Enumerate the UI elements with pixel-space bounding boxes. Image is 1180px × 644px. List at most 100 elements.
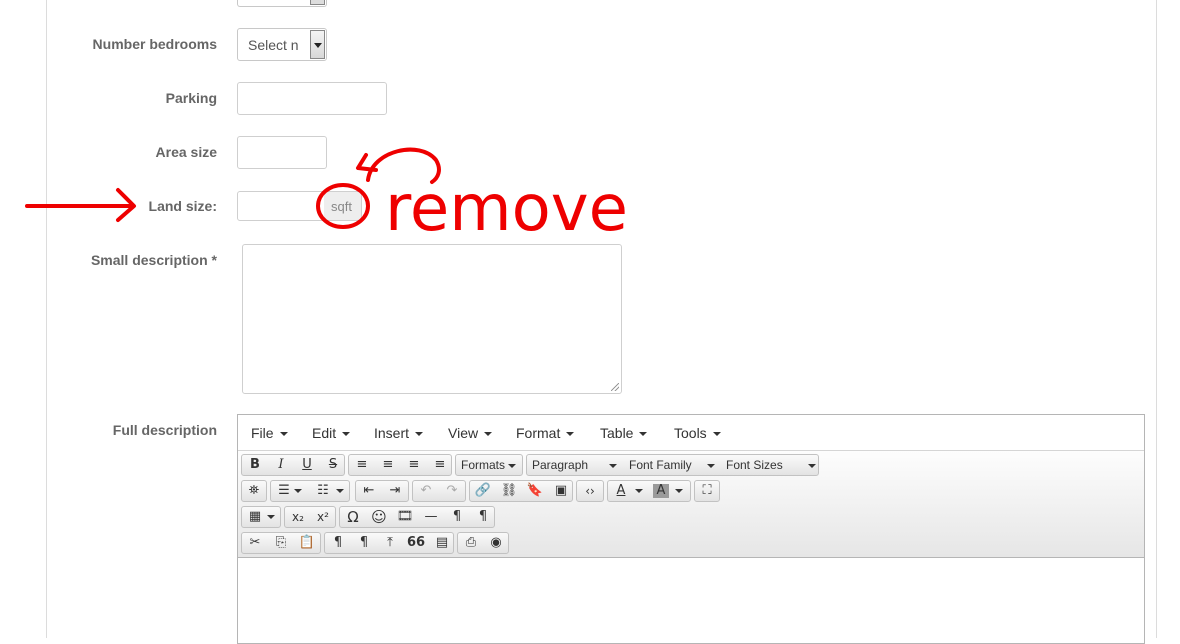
italic-button[interactable]: I — [269, 455, 293, 475]
number-bedrooms-select[interactable]: Select n — [237, 28, 327, 61]
fullscreen-group: ⛶ — [694, 480, 720, 502]
caret-down-icon — [609, 463, 618, 468]
cut-icon[interactable]: ✂ — [243, 533, 267, 553]
background-color-button[interactable]: A — [653, 484, 669, 498]
link-icon[interactable]: 🔗 — [471, 481, 495, 501]
caret-down-icon — [294, 488, 302, 493]
redo-icon[interactable]: ↷ — [440, 481, 464, 501]
menu-table-label: Table — [600, 425, 634, 441]
menu-tools-label: Tools — [674, 425, 707, 441]
list-group: ☰ ☷ — [270, 480, 350, 502]
menu-insert-label: Insert — [374, 425, 410, 441]
land-size-label: Land size: — [148, 198, 217, 214]
formats-dropdown-label: Formats — [456, 455, 517, 475]
previous-select-arrow[interactable] — [310, 0, 325, 5]
land-size-input[interactable] — [237, 191, 325, 221]
land-size-unit-addon: sqft — [324, 191, 362, 221]
undo-icon[interactable]: ↶ — [414, 481, 438, 501]
fullscreen-icon[interactable]: ⛶ — [695, 481, 719, 501]
strikethrough-button[interactable]: S — [321, 455, 345, 475]
caret-down-icon — [808, 463, 817, 468]
background-color-caret-icon[interactable] — [672, 481, 686, 501]
menu-file[interactable]: File — [251, 425, 288, 441]
table-caret-icon[interactable] — [264, 507, 278, 527]
parking-label: Parking — [165, 90, 217, 106]
paste-icon[interactable]: 📋 — [295, 533, 319, 553]
media-icon[interactable]: 🎞 — [393, 507, 417, 527]
paragraph-alt-icon[interactable]: ¶ — [352, 533, 376, 553]
font-sizes-dropdown[interactable]: Font Sizes — [721, 455, 818, 475]
underline-button[interactable]: U — [295, 455, 319, 475]
paragraph-dropdown[interactable]: Paragraph — [527, 455, 624, 475]
find-group: ⛯ — [241, 480, 267, 502]
upload-icon[interactable]: ⤒ — [378, 533, 402, 553]
paragraph-text: Paragraph — [532, 458, 589, 472]
preview-eye-icon[interactable]: ◉ — [484, 533, 508, 553]
align-justify-icon[interactable]: ≡ — [428, 455, 452, 475]
superscript-button[interactable]: x² — [311, 507, 335, 527]
bold-button[interactable]: B — [243, 455, 267, 475]
caret-down-icon — [336, 488, 344, 493]
code-icon[interactable]: ‹› — [578, 481, 602, 501]
blockquote-button[interactable]: 66 — [404, 533, 428, 553]
font-dropdowns-group: Paragraph Font Family Font Sizes — [526, 454, 819, 476]
caret-down-icon — [267, 514, 275, 519]
subscript-button[interactable]: x₂ — [286, 507, 310, 527]
full-description-label: Full description — [112, 422, 217, 438]
bookmark-icon[interactable]: 🔖 — [523, 481, 547, 501]
align-center-icon[interactable]: ≡ — [376, 455, 400, 475]
caret-down-icon — [639, 432, 648, 437]
menu-insert[interactable]: Insert — [374, 425, 424, 441]
small-description-textarea[interactable] — [242, 244, 622, 394]
numbered-list-caret-icon[interactable] — [333, 481, 347, 501]
parking-input[interactable] — [237, 82, 387, 115]
align-right-icon[interactable]: ≡ — [402, 455, 426, 475]
align-left-icon[interactable]: ≡ — [350, 455, 374, 475]
editor-content-area[interactable] — [238, 558, 1144, 643]
rtl-icon[interactable]: ¶ — [471, 507, 495, 527]
clipboard-group: ✂ ⎘ 📋 — [241, 532, 321, 554]
caret-down-icon — [566, 432, 575, 437]
caret-down-icon — [712, 432, 721, 437]
menu-edit[interactable]: Edit — [312, 425, 351, 441]
image-icon[interactable]: ▣ — [549, 481, 573, 501]
area-size-label: Area size — [155, 144, 217, 160]
special-character-button[interactable]: Ω — [341, 507, 365, 527]
menu-format[interactable]: Format — [516, 425, 575, 441]
chevron-down-icon[interactable] — [310, 30, 325, 59]
small-description-label: Small description * — [90, 252, 217, 268]
emoticon-button[interactable]: ☺ — [367, 507, 391, 527]
paragraph-mark-icon[interactable]: ¶ — [326, 533, 350, 553]
indent-icon[interactable]: ⇥ — [383, 481, 407, 501]
resize-grip-icon[interactable] — [611, 383, 619, 391]
special-insert-group: Ω ☺ 🎞 — ¶ ¶ — [339, 506, 495, 528]
previous-select-field[interactable] — [237, 0, 327, 7]
unlink-icon[interactable]: ⛓ — [497, 481, 521, 501]
ltr-icon[interactable]: ¶ — [445, 507, 469, 527]
numbered-list-icon[interactable]: ☷ — [311, 481, 335, 501]
caret-down-icon — [508, 463, 517, 468]
outdent-icon[interactable]: ⇤ — [357, 481, 381, 501]
caret-down-icon — [707, 463, 716, 468]
text-color-button[interactable]: A — [609, 481, 633, 501]
print-icon[interactable]: ⎙ — [459, 533, 483, 553]
binoculars-icon[interactable]: ⛯ — [242, 481, 266, 501]
print-preview-group: ⎙ ◉ — [457, 532, 509, 554]
bullet-list-caret-icon[interactable] — [291, 481, 305, 501]
copy-icon[interactable]: ⎘ — [269, 533, 293, 553]
menu-table[interactable]: Table — [600, 425, 648, 441]
editor-menubar: File Edit Insert View Format Table Tools — [238, 415, 1144, 451]
menu-tools[interactable]: Tools — [674, 425, 721, 441]
horizontal-rule-icon[interactable]: — — [419, 507, 443, 527]
area-size-input[interactable] — [237, 136, 327, 169]
text-color-caret-icon[interactable] — [632, 481, 646, 501]
indent-group: ⇤ ⇥ — [355, 480, 409, 502]
script-group: x₂ x² — [284, 506, 336, 528]
menu-format-label: Format — [516, 425, 561, 441]
code-group: ‹› — [576, 480, 604, 502]
template-icon[interactable]: ▤ — [430, 533, 454, 553]
font-family-dropdown[interactable]: Font Family — [624, 455, 721, 475]
formats-dropdown[interactable]: Formats — [455, 454, 523, 476]
menu-view[interactable]: View — [448, 425, 493, 441]
rich-text-editor: File Edit Insert View Format Table Tools… — [237, 414, 1145, 644]
